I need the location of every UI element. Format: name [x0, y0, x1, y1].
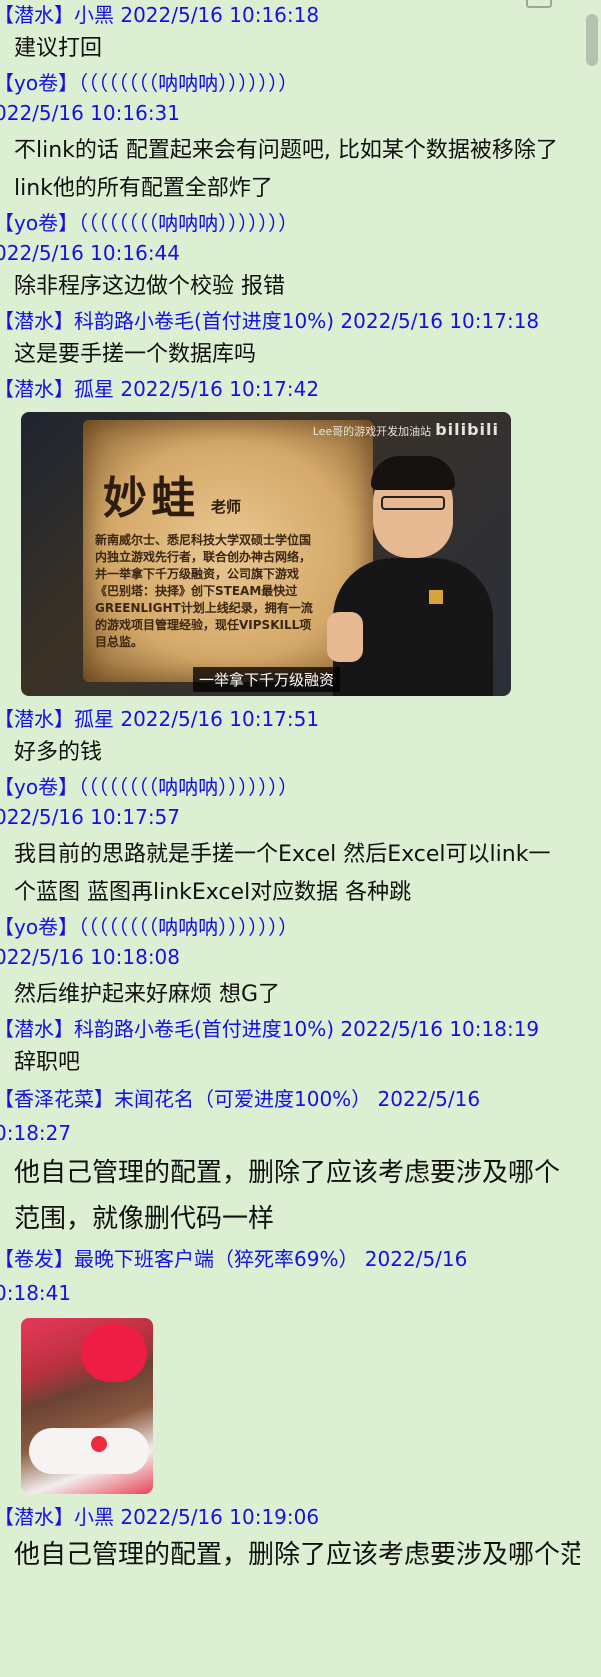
- message-header-time: 022/5/16 10:16:44: [0, 241, 181, 265]
- message-text: 我目前的思路就是手搓一个Excel 然后Excel可以link一个蓝图 蓝图再l…: [14, 842, 551, 905]
- video-screenshot-image[interactable]: 妙蛙 老师 新南威尔士、悉尼科技大学双硕士学位国内独立游戏先行者，联合创办神古网…: [21, 412, 511, 696]
- message-text: 好多的钱: [14, 740, 103, 765]
- message-text: 他自己管理的配置，删除了应该考虑要涉及哪个范围，就像删代码一样: [14, 1158, 561, 1234]
- message-text: 不link的话 配置起来会有问题吧, 比如某个数据被移除了 link他的所有配置…: [14, 138, 558, 201]
- message-header: 【香泽花菜】末闻花名（可爱进度100%） 2022/5/16: [0, 1087, 481, 1111]
- vertical-scrollbar[interactable]: [583, 0, 601, 1677]
- message-header: 【yo卷】（（（（（（（（呐呐呐）））））））: [0, 211, 299, 235]
- message-text: 然后维护起来好麻烦 想G了: [14, 982, 281, 1007]
- message-header-time: 022/5/16 10:18:08: [0, 945, 181, 969]
- video-title: 妙蛙: [103, 473, 199, 524]
- message-header-time: 0:18:41: [0, 1281, 72, 1305]
- presenter-figure: [327, 456, 493, 696]
- message-header-time: 022/5/16 10:16:31: [0, 101, 181, 125]
- message-text: 建议打回: [14, 36, 103, 61]
- message-header: 【潜水】孤星 2022/5/16 10:17:51: [0, 707, 320, 731]
- bilibili-watermark: Lee哥的游戏开发加油站 bilibili: [313, 420, 499, 439]
- message-header-time: 0:18:27: [0, 1121, 72, 1145]
- message-header: 【潜水】小黑 2022/5/16 10:19:06: [0, 1505, 320, 1529]
- bilibili-logo-icon: bilibili: [435, 420, 499, 439]
- message-header: 【卷发】最晚下班客户端（猝死率69%） 2022/5/16: [0, 1247, 468, 1271]
- message-text: 辞职吧: [14, 1050, 81, 1075]
- image-message: [0, 1310, 580, 1502]
- message-text: 除非程序这边做个校验 报错: [14, 274, 285, 299]
- video-caption: 一举拿下千万级融资: [193, 667, 341, 692]
- video-bio: 新南威尔士、悉尼科技大学双硕士学位国内独立游戏先行者，联合创办神古网络，并一举拿…: [95, 533, 313, 649]
- message-header: 【yo卷】（（（（（（（（呐呐呐）））））））: [0, 775, 299, 799]
- video-title-suffix: 老师: [211, 498, 242, 516]
- watermark-channel: Lee哥的游戏开发加油站: [312, 425, 432, 438]
- message-text: 他自己管理的配置，删除了应该考虑要涉及哪个范围，: [14, 1540, 580, 1570]
- message-header: 【yo卷】（（（（（（（（呐呐呐）））））））: [0, 71, 299, 95]
- chat-log: 【潜水】小黑 2022/5/16 10:16:18 建议打回 【yo卷】（（（（…: [0, 0, 580, 1578]
- scrollbar-thumb[interactable]: [586, 14, 598, 66]
- window-corner-icon[interactable]: [526, 0, 552, 8]
- message-header-time: 022/5/16 10:17:57: [0, 805, 181, 829]
- message-header: 【潜水】科韵路小卷毛(首付进度10%) 2022/5/16 10:18:19: [0, 1017, 540, 1041]
- message-header: 【潜水】孤星 2022/5/16 10:17:42: [0, 377, 320, 401]
- sticker-image[interactable]: [21, 1318, 153, 1494]
- image-message: 妙蛙 老师 新南威尔士、悉尼科技大学双硕士学位国内独立游戏先行者，联合创办神古网…: [0, 404, 580, 704]
- message-text: 这是要手搓一个数据库吗: [14, 342, 257, 367]
- message-header: 【潜水】小黑 2022/5/16 10:16:18: [0, 3, 320, 27]
- message-header: 【潜水】科韵路小卷毛(首付进度10%) 2022/5/16 10:17:18: [0, 309, 540, 333]
- message-header: 【yo卷】（（（（（（（（呐呐呐）））））））: [0, 915, 299, 939]
